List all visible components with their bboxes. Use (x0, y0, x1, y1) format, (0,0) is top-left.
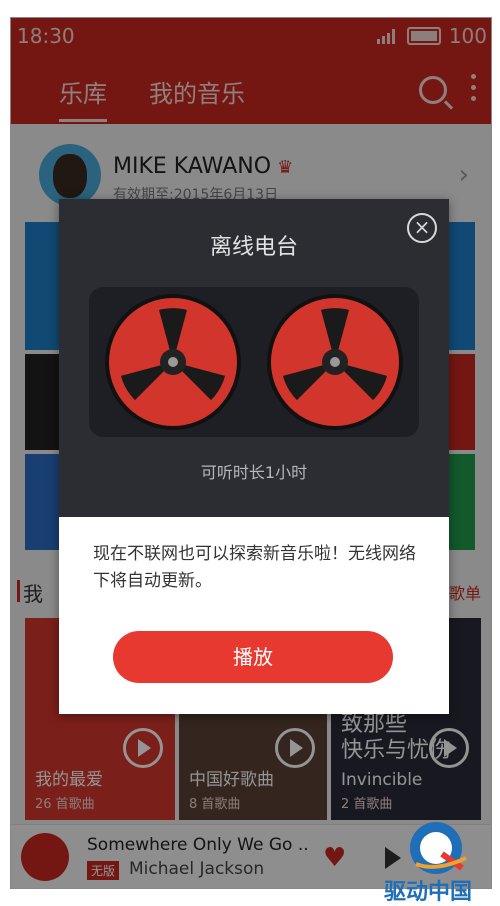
reel-icon (105, 294, 403, 430)
phone-screen: 18:30 100 乐库 我的音乐 MIKE KAWANO ♛ 有效期至:2015… (10, 17, 492, 889)
close-icon[interactable]: × (407, 213, 437, 243)
reel-deck (89, 287, 419, 437)
watermark-logo: 驱动中国 (376, 818, 496, 905)
dialog-message: 现在不联网也可以探索新音乐啦！无线网络下将自动更新。 (93, 544, 416, 591)
logo-icon (410, 822, 467, 874)
watermark-text: 驱动中国 (384, 880, 473, 905)
listen-duration: 可听时长1小时 (200, 463, 308, 482)
dialog-header: 离线电台 × 可听时长1小时 (59, 199, 449, 517)
dialog-title: 离线电台 (209, 235, 298, 260)
offline-radio-dialog: 离线电台 × 可听时长1小时 现在不联网也可以探索新音乐啦！无线网络下将自动更新… (59, 199, 449, 714)
play-button[interactable]: 播放 (113, 631, 393, 683)
